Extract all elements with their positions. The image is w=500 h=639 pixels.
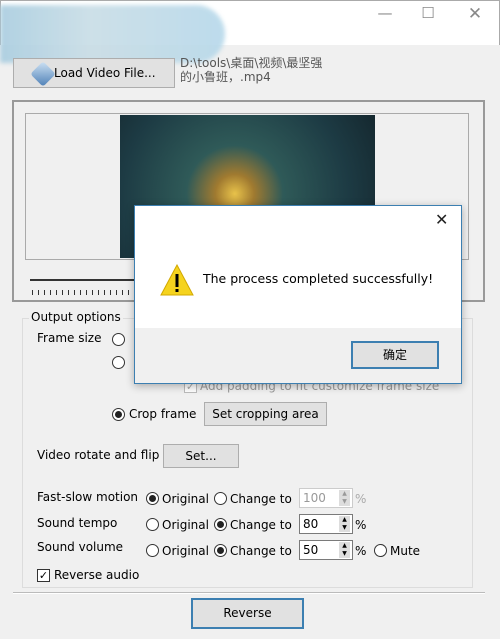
warning-icon — [160, 264, 194, 296]
tempo-original-radio[interactable] — [146, 518, 159, 531]
file-path-line2: 的小鲁班，.mp4 — [180, 70, 271, 84]
sound-tempo-label: Sound tempo — [37, 516, 118, 530]
mute-label: Mute — [390, 544, 421, 558]
mute-radio[interactable] — [374, 544, 387, 557]
fast-slow-label: Fast-slow motion — [37, 490, 139, 504]
rotate-flip-set-button[interactable]: Set... — [163, 444, 239, 468]
crop-frame-radio[interactable] — [112, 408, 125, 421]
fast-slow-value: 100 — [303, 491, 326, 505]
volume-original-label: Original — [162, 544, 209, 558]
minimize-icon[interactable]: — — [365, 4, 405, 24]
dialog-close-icon[interactable]: ✕ — [435, 210, 448, 229]
volume-unit: % — [355, 544, 367, 558]
fast-slow-change-radio[interactable] — [214, 492, 227, 505]
reverse-audio-checkbox[interactable]: ✓ — [37, 569, 50, 582]
fast-slow-spinner[interactable]: 100 ▲ ▼ — [299, 488, 353, 508]
frame-size-label: Frame size — [37, 331, 102, 345]
maximize-icon[interactable]: ☐ — [408, 4, 448, 24]
crop-frame-label: Crop frame — [129, 407, 197, 421]
tempo-original-label: Original — [162, 518, 209, 532]
reverse-button[interactable]: Reverse — [191, 598, 304, 629]
fast-slow-original-label: Original — [162, 492, 209, 506]
tempo-value: 80 — [303, 517, 319, 531]
dialog-message: The process completed successfully! — [203, 271, 434, 286]
volume-spinner[interactable]: 50 ▲ ▼ — [299, 540, 353, 560]
volume-change-radio[interactable] — [214, 544, 227, 557]
tempo-change-radio[interactable] — [214, 518, 227, 531]
rotate-flip-label: Video rotate and flip — [37, 448, 160, 462]
close-icon[interactable]: ✕ — [455, 4, 495, 24]
set-cropping-area-button[interactable]: Set cropping area — [204, 402, 327, 426]
slider-ticks — [32, 290, 132, 295]
tempo-spinner[interactable]: 80 ▲ ▼ — [299, 514, 353, 534]
output-options-title: Output options — [29, 310, 123, 324]
load-video-label: Load Video File... — [54, 66, 156, 80]
video-file-icon — [30, 61, 56, 87]
tempo-change-label: Change to — [230, 518, 292, 532]
tempo-unit: % — [355, 518, 367, 532]
file-path: D:\tools\桌面\视频\最坚强 的小鲁班，.mp4 — [180, 56, 322, 84]
volume-value: 50 — [303, 543, 319, 557]
spinner-arrows-icon[interactable]: ▲ ▼ — [339, 490, 350, 506]
app-title-blurred — [0, 5, 225, 63]
volume-change-label: Change to — [230, 544, 292, 558]
frame-size-radio-2[interactable] — [112, 356, 125, 369]
volume-original-radio[interactable] — [146, 544, 159, 557]
fast-slow-change-label: Change to — [230, 492, 292, 506]
sound-volume-label: Sound volume — [37, 540, 124, 554]
spinner-arrows-icon[interactable]: ▲ ▼ — [339, 516, 350, 532]
frame-size-radio-1[interactable] — [112, 333, 125, 346]
message-dialog: ✕ The process completed successfully! 确定 — [134, 205, 462, 384]
spinner-arrows-icon[interactable]: ▲ ▼ — [339, 542, 350, 558]
seek-slider[interactable] — [30, 279, 140, 281]
separator — [13, 592, 485, 594]
reverse-audio-label: Reverse audio — [54, 568, 140, 582]
dialog-ok-button[interactable]: 确定 — [351, 341, 439, 369]
file-path-line1: D:\tools\桌面\视频\最坚强 — [180, 56, 323, 70]
fast-slow-original-radio[interactable] — [146, 492, 159, 505]
fast-slow-unit: % — [355, 492, 367, 506]
load-video-button[interactable]: Load Video File... — [13, 58, 175, 88]
